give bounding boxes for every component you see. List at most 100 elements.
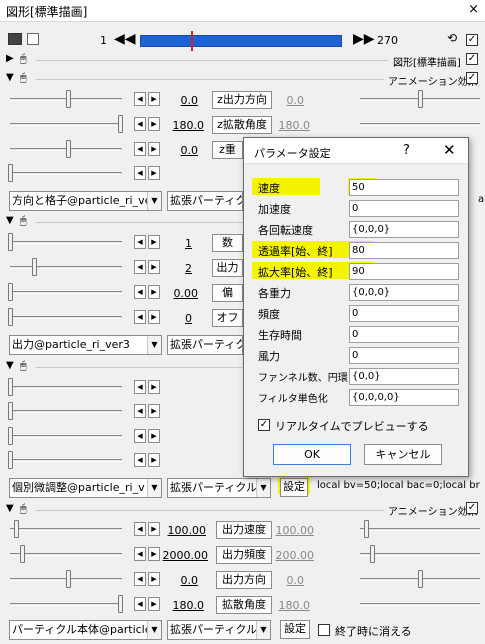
- script-combo[interactable]: パーティクル本体@particle_ ▼: [9, 620, 162, 640]
- increment-button[interactable]: ▶: [148, 404, 160, 418]
- slider-handle[interactable]: [370, 545, 375, 563]
- param-button[interactable]: 出力頻度: [216, 546, 272, 564]
- ok-button[interactable]: OK: [273, 444, 351, 465]
- increment-button[interactable]: ▶: [148, 117, 160, 131]
- collapse-icon[interactable]: ▼: [6, 215, 14, 226]
- param-value-end[interactable]: 180.0: [274, 599, 311, 612]
- realtime-preview-checkbox[interactable]: ✓: [258, 419, 270, 431]
- decrement-button[interactable]: ◀: [134, 310, 146, 324]
- lock-icon[interactable]: ⟲: [447, 31, 457, 45]
- param-button[interactable]: 出力速度: [216, 521, 272, 539]
- script-combo[interactable]: 出力@particle_ri_ver3 ▼: [9, 335, 162, 355]
- decrement-button[interactable]: ◀: [134, 453, 146, 467]
- param-value[interactable]: 0.0: [172, 574, 199, 587]
- decrement-button[interactable]: ◀: [134, 260, 146, 274]
- slider-handle[interactable]: [8, 308, 13, 326]
- increment-button[interactable]: ▶: [148, 572, 160, 586]
- decrement-button[interactable]: ◀: [134, 429, 146, 443]
- slider-handle[interactable]: [8, 378, 13, 396]
- increment-button[interactable]: ▶: [148, 547, 160, 561]
- shape-checkbox[interactable]: ✓: [466, 53, 478, 65]
- slider-handle[interactable]: [418, 570, 423, 588]
- effect-combo[interactable]: 拡張パーティクル(▼: [167, 620, 271, 640]
- slider-handle[interactable]: [20, 545, 25, 563]
- decrement-button[interactable]: ◀: [134, 142, 146, 156]
- slider-handle[interactable]: [14, 520, 19, 538]
- param-field[interactable]: 0: [349, 305, 459, 322]
- chevron-down-icon[interactable]: ▼: [256, 479, 270, 497]
- param-value[interactable]: 0.0: [172, 94, 199, 107]
- param-value[interactable]: 100.00: [166, 524, 207, 537]
- slider-handle[interactable]: [8, 402, 13, 420]
- param-field[interactable]: 50: [349, 179, 459, 196]
- settings-button[interactable]: 設定: [280, 620, 310, 639]
- effect-combo[interactable]: 拡張パーティクル: [167, 335, 243, 355]
- slider-handle[interactable]: [118, 115, 123, 133]
- anim-checkbox[interactable]: ✓: [466, 72, 478, 84]
- slider-handle[interactable]: [32, 258, 37, 276]
- increment-button[interactable]: ▶: [148, 260, 160, 274]
- end-hide-checkbox[interactable]: [318, 624, 330, 636]
- slider-handle[interactable]: [8, 451, 13, 469]
- close-icon[interactable]: ✕: [443, 141, 456, 159]
- rewind-icon[interactable]: ◀◀: [114, 31, 136, 47]
- increment-button[interactable]: ▶: [148, 597, 160, 611]
- decrement-button[interactable]: ◀: [134, 285, 146, 299]
- increment-button[interactable]: ▶: [148, 522, 160, 536]
- decrement-button[interactable]: ◀: [134, 117, 146, 131]
- param-value[interactable]: 0: [166, 312, 192, 325]
- param-value[interactable]: 1: [166, 237, 192, 250]
- timeline-cursor[interactable]: [191, 31, 193, 51]
- param-value-end[interactable]: 0.0: [274, 94, 305, 107]
- cancel-button[interactable]: キャンセル: [364, 444, 442, 465]
- slider-handle[interactable]: [66, 140, 71, 158]
- forward-icon[interactable]: ▶▶: [353, 31, 375, 47]
- param-field[interactable]: {0,0,0,0}: [349, 389, 459, 406]
- param-button[interactable]: 出力方向: [216, 571, 272, 589]
- param-value-end[interactable]: 180.0: [274, 119, 311, 132]
- param-button[interactable]: z拡散角度: [212, 116, 272, 134]
- param-field[interactable]: 80: [349, 242, 459, 259]
- collapse-icon[interactable]: ▼: [6, 72, 14, 83]
- param-field[interactable]: {0,0,0}: [349, 284, 459, 301]
- script-combo[interactable]: 個別微調整@particle_ri_v ▼: [9, 478, 162, 498]
- param-field[interactable]: {0,0}: [349, 368, 459, 385]
- decrement-button[interactable]: ◀: [134, 404, 146, 418]
- enable-checkbox[interactable]: ✓: [466, 34, 478, 46]
- chevron-down-icon[interactable]: ▼: [256, 621, 270, 639]
- slider-handle[interactable]: [418, 90, 423, 108]
- param-button[interactable]: z出力方向: [212, 91, 272, 109]
- chevron-down-icon[interactable]: ▼: [147, 192, 161, 210]
- param-value[interactable]: 2000.00: [162, 549, 209, 562]
- param-button[interactable]: 偏: [212, 284, 243, 302]
- param-field[interactable]: 0: [349, 326, 459, 343]
- anim-checkbox[interactable]: ✓: [466, 502, 478, 514]
- slider-handle[interactable]: [8, 427, 13, 445]
- param-button[interactable]: 出力: [212, 259, 243, 277]
- param-field[interactable]: 0: [349, 200, 459, 217]
- increment-button[interactable]: ▶: [148, 142, 160, 156]
- decrement-button[interactable]: ◀: [134, 235, 146, 249]
- increment-button[interactable]: ▶: [148, 285, 160, 299]
- slider-handle[interactable]: [364, 520, 369, 538]
- param-value[interactable]: 180.0: [170, 599, 205, 612]
- slider-handle[interactable]: [66, 90, 71, 108]
- chevron-down-icon[interactable]: ▼: [147, 479, 161, 497]
- param-button[interactable]: オフ: [212, 309, 243, 327]
- param-field[interactable]: 0: [349, 347, 459, 364]
- param-value-end[interactable]: 100.00: [274, 524, 315, 537]
- collapse-icon[interactable]: ▼: [6, 360, 14, 371]
- param-button[interactable]: 拡散角度: [216, 596, 272, 614]
- expand-icon[interactable]: ▶: [6, 53, 14, 64]
- decrement-button[interactable]: ◀: [134, 92, 146, 106]
- slider-handle[interactable]: [8, 233, 13, 251]
- param-button[interactable]: z重: [212, 141, 243, 159]
- chevron-down-icon[interactable]: ▼: [147, 621, 161, 639]
- decrement-button[interactable]: ◀: [134, 166, 146, 180]
- param-value[interactable]: 2: [166, 262, 192, 275]
- decrement-button[interactable]: ◀: [134, 572, 146, 586]
- slider-handle[interactable]: [66, 570, 71, 588]
- decrement-button[interactable]: ◀: [134, 547, 146, 561]
- increment-button[interactable]: ▶: [148, 380, 160, 394]
- slider-handle[interactable]: [118, 595, 123, 613]
